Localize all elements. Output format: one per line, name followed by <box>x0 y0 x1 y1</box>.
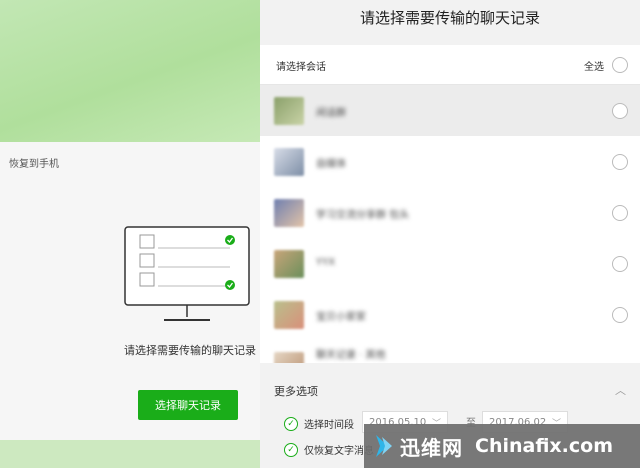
chevron-up-icon[interactable]: ︿ <box>615 382 626 398</box>
conversation-name: 闲话群 <box>316 108 346 119</box>
option-time-range-label: 选择时间段 <box>304 420 354 431</box>
avatar <box>274 148 304 176</box>
transfer-panel: 请选择需要传输的聊天记录 请选择会话 全选 闲话群 自媒体 学习交流分享群 包头… <box>260 0 640 468</box>
conversation-name: 学习交流分享群 包头 <box>316 210 410 221</box>
watermark-en-text: Chinafix.com <box>475 435 614 457</box>
conversation-name: 自媒体 <box>316 159 346 170</box>
monitor-illustration-icon <box>124 226 250 321</box>
watermark: 迅维网 Chinafix.com <box>364 424 640 468</box>
conversation-radio[interactable] <box>612 205 628 221</box>
select-chat-history-button[interactable]: 选择聊天记录 <box>138 390 238 420</box>
avatar <box>274 97 304 125</box>
avatar <box>274 199 304 227</box>
conversation-name: 聊天记录 · 其他 <box>316 350 386 361</box>
list-item[interactable]: 聊天记录 · 其他 <box>260 340 640 363</box>
conversation-radio[interactable] <box>612 103 628 119</box>
avatar <box>274 301 304 329</box>
conversation-name: 宝贝小家家 <box>316 312 366 323</box>
check-icon[interactable]: ✓ <box>284 416 298 431</box>
background-top <box>0 0 260 142</box>
avatar <box>274 250 304 278</box>
select-all-radio[interactable] <box>612 57 628 73</box>
watermark-cn-text: 迅维网 <box>400 435 463 460</box>
conversation-radio[interactable] <box>612 256 628 272</box>
list-item[interactable]: 宝贝小家家 <box>260 289 640 340</box>
list-item[interactable]: YYX <box>260 238 640 289</box>
option-time-range[interactable]: ✓ 选择时间段 <box>284 416 354 431</box>
conversation-list: 请选择会话 全选 闲话群 自媒体 学习交流分享群 包头 YYX 宝贝小家家 聊天… <box>260 45 640 363</box>
list-item[interactable]: 闲话群 <box>260 85 640 136</box>
list-item[interactable]: 学习交流分享群 包头 <box>260 187 640 238</box>
conversation-radio[interactable] <box>612 307 628 323</box>
check-icon[interactable]: ✓ <box>284 442 298 457</box>
conversation-name: YYX <box>316 257 336 268</box>
option-text-only[interactable]: ✓ 仅恢复文字消息 <box>284 442 374 457</box>
more-options-title: 更多选项 <box>274 385 318 398</box>
list-header-label: 请选择会话 <box>276 62 326 73</box>
panel-title: 请选择需要传输的聊天记录 <box>359 9 540 27</box>
select-all-label[interactable]: 全选 <box>584 58 604 73</box>
card-title: 恢复到手机 <box>9 159 59 170</box>
list-header: 请选择会话 全选 <box>260 45 640 85</box>
conversation-radio[interactable] <box>612 154 628 170</box>
card-caption: 请选择需要传输的聊天记录 <box>124 344 256 357</box>
background-bottom <box>0 440 260 468</box>
arrow-logo-icon <box>376 435 392 457</box>
restore-to-phone-card: 恢复到手机 请选择需要传输的聊天记录 选择聊天记录 <box>0 142 260 440</box>
list-item[interactable]: 自媒体 <box>260 136 640 187</box>
avatar <box>274 352 304 363</box>
